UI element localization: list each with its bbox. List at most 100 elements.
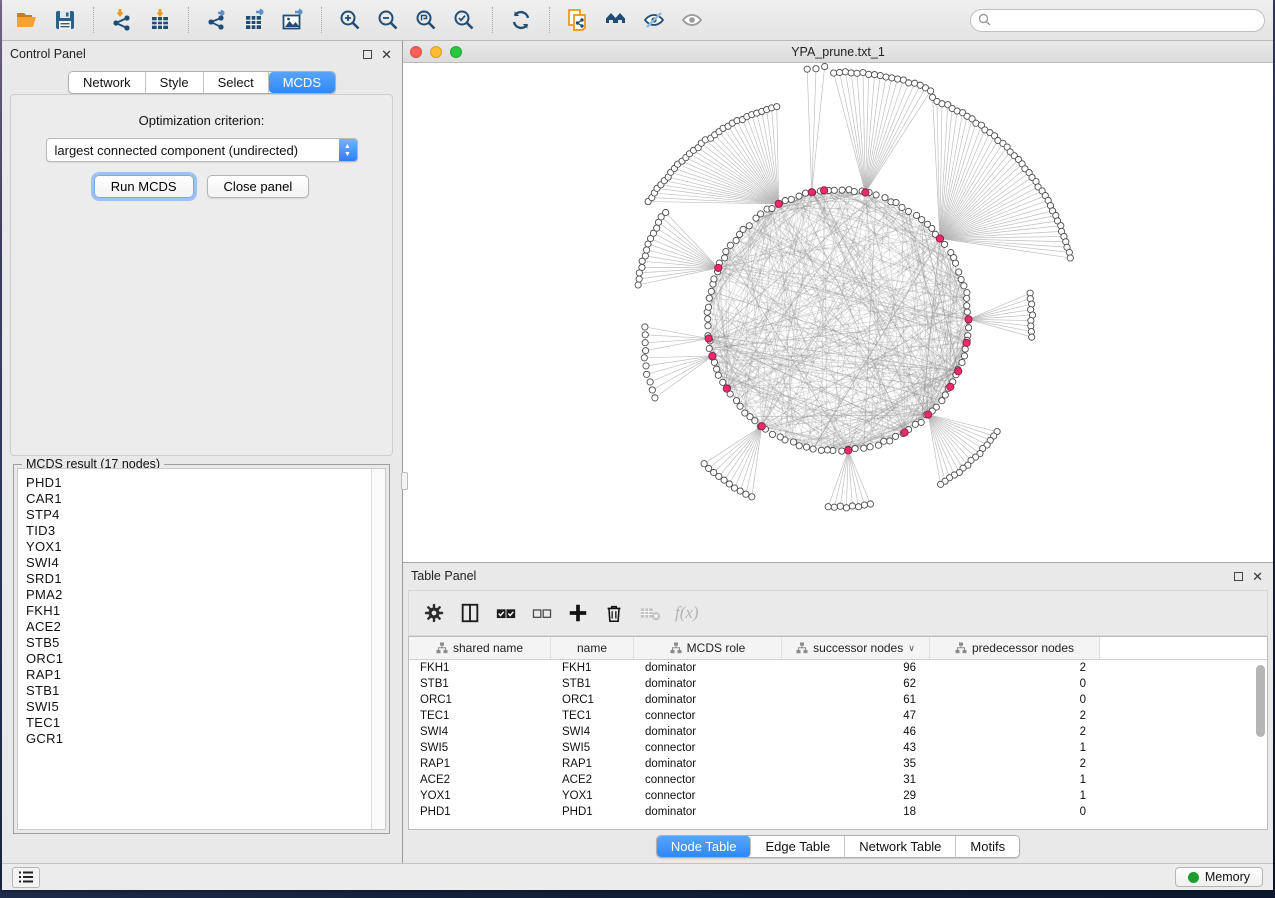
table-row[interactable]: ORC1ORC1dominator610 [409, 692, 1267, 708]
mcds-result-list[interactable]: PHD1CAR1STP4TID3YOX1SWI4SRD1PMA2FKH1ACE2… [17, 468, 386, 830]
table-row[interactable]: FKH1FKH1dominator962 [409, 660, 1267, 676]
mcds-result-item[interactable]: STP4 [26, 507, 371, 523]
zoom-out-button[interactable] [371, 4, 405, 36]
export-table-icon [243, 8, 267, 32]
table-row[interactable]: ACE2ACE2connector311 [409, 772, 1267, 788]
search-icon [978, 13, 992, 27]
table-cell [1100, 788, 1267, 804]
table-row[interactable]: TEC1TEC1connector472 [409, 708, 1267, 724]
delete-column-trash-icon[interactable] [603, 602, 625, 624]
table-cell: 31 [782, 772, 930, 788]
export-image-button[interactable] [276, 4, 310, 36]
table-cell: 96 [782, 660, 930, 676]
table-cell [1100, 676, 1267, 692]
mcds-result-item[interactable]: GCR1 [26, 731, 371, 747]
table-cell [1100, 660, 1267, 676]
column-header-MCDS-role[interactable]: MCDS role [634, 637, 782, 659]
table-settings-gear-icon[interactable] [423, 602, 445, 624]
mcds-result-item[interactable]: PHD1 [26, 475, 371, 491]
tab-motifs[interactable]: Motifs [956, 836, 1019, 857]
table-cell: SWI5 [409, 740, 551, 756]
mcds-result-item[interactable]: YOX1 [26, 539, 371, 555]
deselect-all-icon[interactable] [531, 602, 553, 624]
table-cell: RAP1 [551, 756, 634, 772]
table-toolbar: f(x) [408, 590, 1268, 636]
tab-node-table[interactable]: Node Table [657, 836, 752, 857]
mcds-result-item[interactable]: SWI5 [26, 699, 371, 715]
zoom-fit-icon [414, 8, 438, 32]
export-table-button[interactable] [238, 4, 272, 36]
table-cell: 1 [930, 740, 1100, 756]
table-row[interactable]: SWI5SWI5connector431 [409, 740, 1267, 756]
node-table: shared namenameMCDS rolesuccessor nodes∨… [408, 636, 1268, 830]
tab-select[interactable]: Select [204, 72, 269, 93]
tab-style[interactable]: Style [146, 72, 204, 93]
open-session-button[interactable] [10, 4, 44, 36]
zoom-selected-button[interactable] [447, 4, 481, 36]
show-panels-list-button[interactable] [12, 867, 40, 888]
mcds-result-item[interactable]: TID3 [26, 523, 371, 539]
import-table-button[interactable] [143, 4, 177, 36]
table-cell: 62 [782, 676, 930, 692]
table-row[interactable]: YOX1YOX1connector291 [409, 788, 1267, 804]
open-folder-icon [15, 8, 39, 32]
table-row[interactable]: RAP1RAP1dominator352 [409, 756, 1267, 772]
search-input[interactable] [970, 9, 1265, 32]
float-panel-icon[interactable] [363, 50, 372, 59]
mcds-result-item[interactable]: PMA2 [26, 587, 371, 603]
table-cell: PHD1 [409, 804, 551, 820]
hide-selected-button[interactable] [637, 4, 671, 36]
first-neighbors-button[interactable] [599, 4, 633, 36]
close-table-panel-icon[interactable]: ✕ [1252, 572, 1263, 581]
tab-network[interactable]: Network [69, 72, 146, 93]
save-session-button[interactable] [48, 4, 82, 36]
import-network-button[interactable] [105, 4, 139, 36]
tab-mcds[interactable]: MCDS [269, 72, 335, 93]
memory-button[interactable]: Memory [1175, 867, 1263, 887]
table-row[interactable]: STB1STB1dominator620 [409, 676, 1267, 692]
duplicate-network-button[interactable] [561, 4, 595, 36]
optimization-criterion-select[interactable]: largest connected component (undirected)… [46, 138, 358, 162]
refresh-view-button[interactable] [504, 4, 538, 36]
mcds-result-item[interactable]: CAR1 [26, 491, 371, 507]
create-column-plus-icon[interactable] [567, 602, 589, 624]
table-scrollbar-thumb[interactable] [1256, 665, 1265, 737]
table-cell: dominator [634, 724, 782, 740]
table-cell [1100, 756, 1267, 772]
mcds-result-item[interactable]: STB1 [26, 683, 371, 699]
export-network-button[interactable] [200, 4, 234, 36]
table-row[interactable]: SWI4SWI4dominator462 [409, 724, 1267, 740]
table-cell: ACE2 [551, 772, 634, 788]
show-all-button[interactable] [675, 4, 709, 36]
mcds-result-item[interactable]: TEC1 [26, 715, 371, 731]
tab-edge-table[interactable]: Edge Table [751, 836, 845, 857]
column-header-name[interactable]: name [551, 637, 634, 659]
column-header-successor-nodes[interactable]: successor nodes∨ [782, 637, 930, 659]
network-graph[interactable] [403, 63, 1273, 562]
table-cell [1100, 772, 1267, 788]
mcds-result-item[interactable]: SWI4 [26, 555, 371, 571]
table-scrollbar[interactable] [1253, 661, 1265, 827]
zoom-fit-button[interactable] [409, 4, 443, 36]
mcds-result-item[interactable]: RAP1 [26, 667, 371, 683]
mcds-result-item[interactable]: ORC1 [26, 651, 371, 667]
mcds-list-scrollbar[interactable] [371, 469, 385, 829]
run-mcds-button[interactable]: Run MCDS [94, 175, 194, 198]
mcds-result-item[interactable]: STB5 [26, 635, 371, 651]
mcds-result-item[interactable]: ACE2 [26, 619, 371, 635]
mcds-result-item[interactable]: FKH1 [26, 603, 371, 619]
zoom-in-button[interactable] [333, 4, 367, 36]
table-type-tabs: Node TableEdge TableNetwork TableMotifs [403, 830, 1273, 863]
tab-network-table[interactable]: Network Table [845, 836, 956, 857]
show-columns-icon[interactable] [459, 602, 481, 624]
table-row[interactable]: PHD1PHD1dominator180 [409, 804, 1267, 820]
float-table-panel-icon[interactable] [1234, 572, 1243, 581]
close-panel-button[interactable]: Close panel [207, 175, 310, 198]
column-header-predecessor-nodes[interactable]: predecessor nodes [930, 637, 1100, 659]
close-panel-icon[interactable]: ✕ [381, 50, 392, 59]
select-all-icon[interactable] [495, 602, 517, 624]
zoom-selected-icon [452, 8, 476, 32]
mcds-result-item[interactable]: SRD1 [26, 571, 371, 587]
column-header-shared-name[interactable]: shared name [409, 637, 551, 659]
table-cell [1100, 692, 1267, 708]
